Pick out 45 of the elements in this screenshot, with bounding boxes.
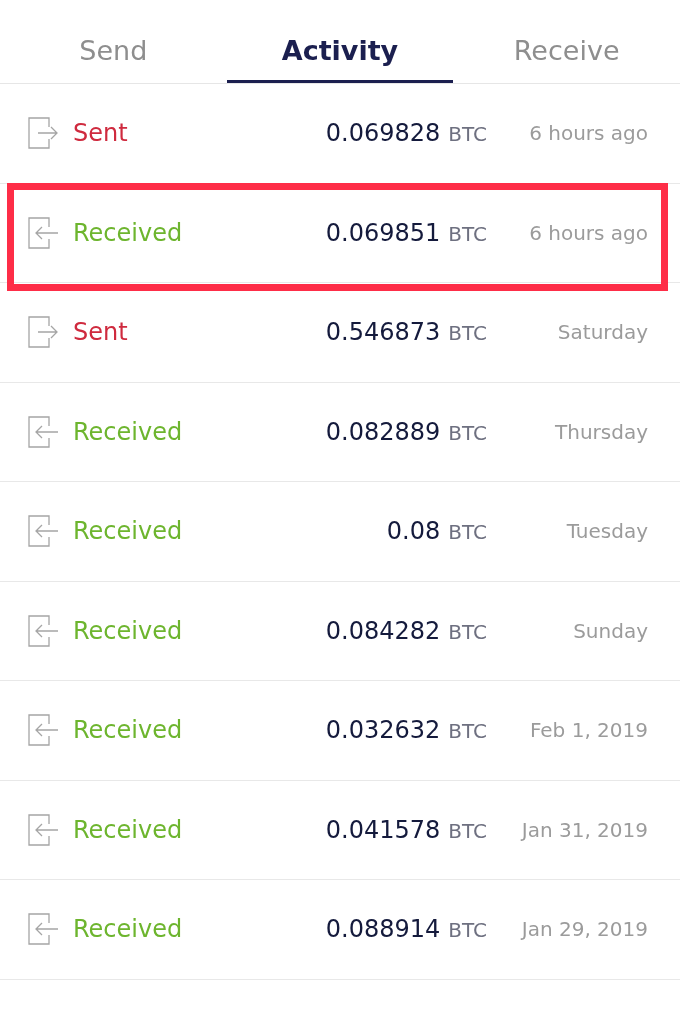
amount: 0.088914 bbox=[325, 915, 441, 944]
currency-unit: BTC bbox=[448, 918, 487, 943]
currency-unit: BTC bbox=[448, 719, 487, 744]
exit-arrow-icon bbox=[27, 315, 59, 350]
timestamp: Jan 29, 2019 bbox=[519, 917, 649, 942]
enter-arrow-icon bbox=[27, 414, 59, 449]
amount: 0.069851 bbox=[325, 218, 441, 247]
enter-arrow-icon bbox=[27, 812, 59, 847]
currency-unit: BTC bbox=[448, 520, 487, 545]
amount: 0.546873 bbox=[325, 318, 441, 347]
transaction-type: Received bbox=[73, 616, 183, 645]
timestamp: 6 hours ago bbox=[528, 220, 649, 245]
timestamp: Sunday bbox=[572, 618, 649, 643]
transaction-type: Received bbox=[73, 815, 183, 844]
enter-arrow-icon bbox=[27, 912, 59, 947]
enter-arrow-icon bbox=[27, 215, 59, 250]
exit-arrow-icon bbox=[27, 116, 59, 151]
currency-unit: BTC bbox=[448, 619, 487, 644]
currency-unit: BTC bbox=[448, 818, 487, 843]
amount: 0.08 bbox=[386, 517, 441, 546]
amount: 0.041578 bbox=[325, 815, 441, 844]
amount: 0.084282 bbox=[325, 616, 441, 645]
timestamp: Feb 1, 2019 bbox=[528, 718, 649, 743]
transaction-type: Sent bbox=[73, 119, 128, 148]
transaction-type: Received bbox=[73, 218, 183, 247]
amount: 0.082889 bbox=[325, 417, 441, 446]
transaction-type: Received bbox=[73, 716, 183, 745]
enter-arrow-icon bbox=[27, 514, 59, 549]
currency-unit: BTC bbox=[448, 221, 487, 246]
transaction-type: Received bbox=[73, 915, 183, 944]
timestamp: Tuesday bbox=[565, 519, 649, 544]
currency-unit: BTC bbox=[448, 122, 487, 147]
timestamp: Saturday bbox=[556, 320, 649, 345]
enter-arrow-icon bbox=[27, 613, 59, 648]
transaction-type: Sent bbox=[73, 318, 128, 347]
enter-arrow-icon bbox=[27, 713, 59, 748]
timestamp: Jan 31, 2019 bbox=[519, 817, 649, 842]
transaction-type: Received bbox=[73, 417, 183, 446]
timestamp: Thursday bbox=[554, 419, 649, 444]
transaction-type: Received bbox=[73, 517, 183, 546]
amount: 0.069828 bbox=[325, 119, 441, 148]
currency-unit: BTC bbox=[448, 321, 487, 346]
currency-unit: BTC bbox=[448, 420, 487, 445]
timestamp: 6 hours ago bbox=[528, 121, 649, 146]
amount: 0.032632 bbox=[325, 716, 441, 745]
